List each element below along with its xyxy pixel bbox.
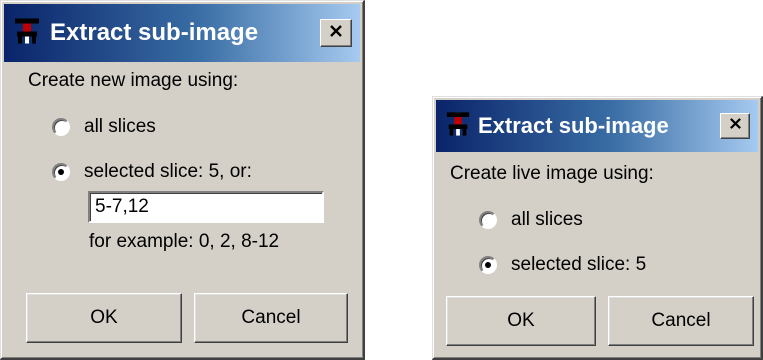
dialog-prompt: Create live image using: — [450, 163, 654, 184]
close-icon — [329, 24, 343, 43]
microscope-app-icon — [445, 111, 471, 142]
radio-option-selected-slice[interactable]: selected slice: 5 — [479, 254, 646, 276]
title-bar[interactable]: Extract sub-image — [4, 4, 360, 62]
radio-option-all-slices[interactable]: all slices — [52, 116, 156, 138]
radio-option-selected-slice[interactable]: selected slice: 5, or: — [52, 161, 252, 183]
dialog-title: Extract sub-image — [478, 113, 669, 138]
radio-label: all slices — [511, 209, 583, 230]
ok-button[interactable]: OK — [446, 296, 596, 346]
extract-subimage-dialog-live: Extract sub-image Create live image usin… — [432, 96, 763, 360]
radio-option-all-slices[interactable]: all slices — [479, 209, 583, 231]
close-icon — [729, 117, 742, 135]
title-bar[interactable]: Extract sub-image — [436, 100, 758, 152]
close-button[interactable] — [320, 19, 352, 47]
slice-range-input[interactable] — [88, 191, 324, 223]
radio-button-all-slices[interactable] — [479, 211, 497, 229]
radio-button-selected-slice[interactable] — [479, 256, 497, 274]
radio-button-selected-slice[interactable] — [52, 163, 70, 181]
extract-subimage-dialog-new: Extract sub-image Create new image using… — [0, 0, 365, 360]
cancel-button[interactable]: Cancel — [194, 293, 348, 343]
radio-label: selected slice: 5, or: — [84, 161, 252, 182]
microscope-app-icon — [13, 17, 41, 50]
radio-label: selected slice: 5 — [511, 254, 647, 275]
close-button[interactable] — [720, 113, 750, 139]
dialog-title: Extract sub-image — [50, 19, 259, 46]
ok-button[interactable]: OK — [26, 293, 182, 343]
example-hint: for example: 0, 2, 8-12 — [89, 231, 280, 252]
dialog-prompt: Create new image using: — [28, 70, 239, 91]
radio-button-all-slices[interactable] — [52, 118, 70, 136]
cancel-button[interactable]: Cancel — [608, 296, 754, 346]
radio-label: all slices — [84, 116, 156, 137]
